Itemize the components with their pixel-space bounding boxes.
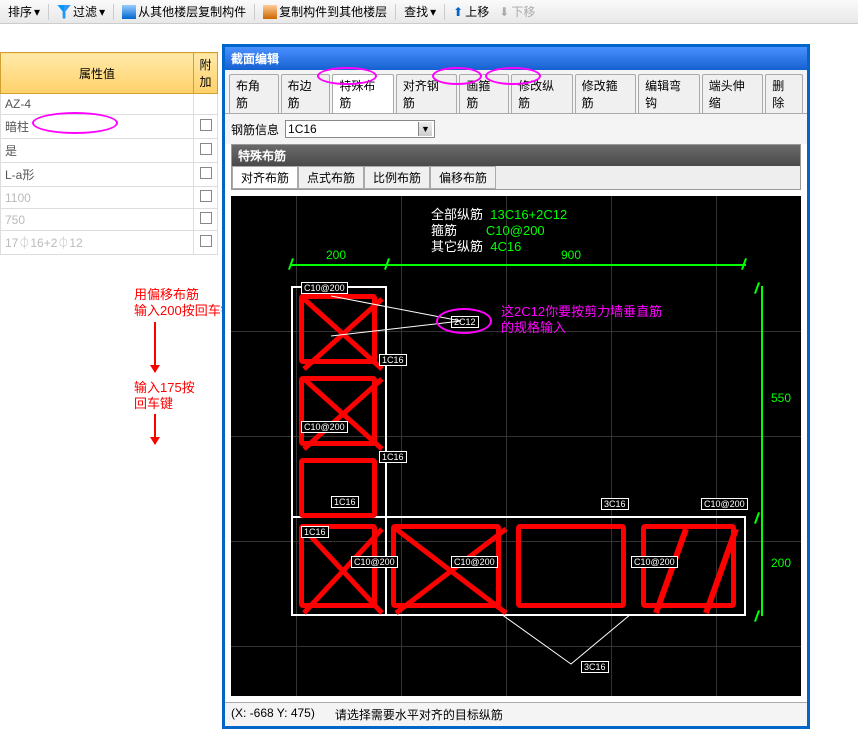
dim-label: 900 [561, 248, 581, 262]
tab-end[interactable]: 端头伸缩 [702, 74, 764, 113]
arrow-down-icon [154, 322, 156, 372]
prop-cell[interactable]: L-a形 [1, 163, 194, 187]
up-icon: ⬆ [453, 5, 463, 19]
rebar-label: C10@200 [701, 498, 748, 510]
subtab-offset[interactable]: 偏移布筋 [430, 166, 496, 189]
annotation-left: 用偏移布筋 输入200按回车键 [134, 287, 234, 319]
special-panel: 特殊布筋 对齐布筋 点式布筋 比例布筋 偏移布筋 [231, 144, 801, 190]
tab-corner[interactable]: 布角筋 [229, 74, 279, 113]
rebar-label: C10@200 [631, 556, 678, 568]
dim-label: 200 [326, 248, 346, 262]
copy-from-icon [122, 5, 136, 19]
property-table: 属性值 附加 AZ-4 暗柱 是 L-a形 1100 750 17⏀16+2⏀1… [0, 52, 218, 255]
sort-btn[interactable]: 排序 ▾ [4, 2, 44, 21]
prop-cell[interactable]: 是 [1, 139, 194, 163]
checkbox[interactable] [200, 143, 212, 155]
chevron-down-icon[interactable]: ▼ [418, 122, 432, 136]
col-value[interactable]: 属性值 [1, 53, 194, 94]
prop-cell[interactable]: 1100 [1, 187, 194, 209]
dim-label: 550 [771, 391, 791, 405]
tab-edge[interactable]: 布边筋 [281, 74, 331, 113]
rebar-info-combo[interactable]: 1C16 ▼ [285, 120, 435, 138]
down-icon: ⬇ [499, 5, 509, 19]
annotation-left-2: 输入175按 回车键 [134, 380, 195, 412]
prop-cell[interactable]: 750 [1, 209, 194, 231]
rebar-info-row: 钢筋信息 1C16 ▼ [225, 114, 807, 144]
annotation-right: 这2C12你要按剪力墙垂直筋 的规格输入 [501, 304, 662, 336]
rebar-info-label: 钢筋信息 [231, 121, 279, 138]
property-pane: 属性值 附加 AZ-4 暗柱 是 L-a形 1100 750 17⏀16+2⏀1… [0, 24, 218, 255]
rebar-label: 1C16 [379, 354, 407, 366]
rebar-label: 3C16 [601, 498, 629, 510]
checkbox[interactable] [200, 119, 212, 131]
tab-mods[interactable]: 修改箍筋 [575, 74, 637, 113]
rebar-label: C10@200 [451, 556, 498, 568]
subtab-point[interactable]: 点式布筋 [298, 166, 364, 189]
coord-readout: (X: -668 Y: 475) [231, 706, 315, 723]
tab-hook[interactable]: 编辑弯钩 [638, 74, 700, 113]
find-btn[interactable]: 查找 ▾ [400, 2, 440, 21]
rebar-label: 1C16 [331, 496, 359, 508]
section-edit-dialog: 截面编辑 布角筋 布边筋 特殊布筋 对齐钢筋 画箍筋 修改纵筋 修改箍筋 编辑弯… [222, 44, 810, 729]
tab-del[interactable]: 删除 [765, 74, 803, 113]
dialog-tabs: 布角筋 布边筋 特殊布筋 对齐钢筋 画箍筋 修改纵筋 修改箍筋 编辑弯钩 端头伸… [225, 70, 807, 114]
subpanel-title: 特殊布筋 [232, 145, 800, 166]
copy-to-btn[interactable]: 复制构件到其他楼层 [259, 2, 391, 21]
up-btn[interactable]: ⬆上移 [449, 2, 493, 21]
status-message: 请选择需要水平对齐的目标纵筋 [335, 706, 503, 723]
copy-to-icon [263, 5, 277, 19]
stirrup [516, 524, 626, 608]
dialog-title: 截面编辑 [225, 47, 807, 70]
subtab-align[interactable]: 对齐布筋 [232, 166, 298, 189]
col-add[interactable]: 附加 [194, 53, 218, 94]
subtab-ratio[interactable]: 比例布筋 [364, 166, 430, 189]
prop-cell[interactable]: 17⏀16+2⏀12 [1, 231, 194, 255]
arrow-down-icon [154, 414, 156, 444]
tab-special[interactable]: 特殊布筋 [332, 74, 394, 113]
status-bar: (X: -668 Y: 475) 请选择需要水平对齐的目标纵筋 [225, 702, 807, 726]
filter-btn[interactable]: 过滤 ▾ [53, 2, 109, 21]
rebar-label: 1C16 [301, 526, 329, 538]
rebar-label: C10@200 [301, 421, 348, 433]
tab-align[interactable]: 对齐钢筋 [396, 74, 458, 113]
rebar-label: C10@200 [351, 556, 398, 568]
filter-icon [57, 5, 71, 19]
rebar-label: 1C16 [379, 451, 407, 463]
main-toolbar: 排序 ▾ 过滤 ▾ 从其他楼层复制构件 复制构件到其他楼层 查找 ▾ ⬆上移 ⬇… [0, 0, 858, 24]
tab-stir[interactable]: 画箍筋 [459, 74, 509, 113]
prop-cell[interactable]: AZ-4 [1, 94, 194, 115]
down-btn[interactable]: ⬇下移 [495, 2, 539, 21]
checkbox[interactable] [200, 190, 212, 202]
dim-label: 200 [771, 556, 791, 570]
prop-cell[interactable]: 暗柱 [1, 115, 194, 139]
section-canvas[interactable]: 全部纵筋 13C16+2C12 箍筋 C10@200 其它纵筋 4C16 200… [231, 196, 801, 696]
checkbox[interactable] [200, 167, 212, 179]
stirrup [299, 458, 377, 518]
checkbox[interactable] [200, 212, 212, 224]
checkbox[interactable] [200, 235, 212, 247]
copy-from-btn[interactable]: 从其他楼层复制构件 [118, 2, 250, 21]
tab-modv[interactable]: 修改纵筋 [511, 74, 573, 113]
